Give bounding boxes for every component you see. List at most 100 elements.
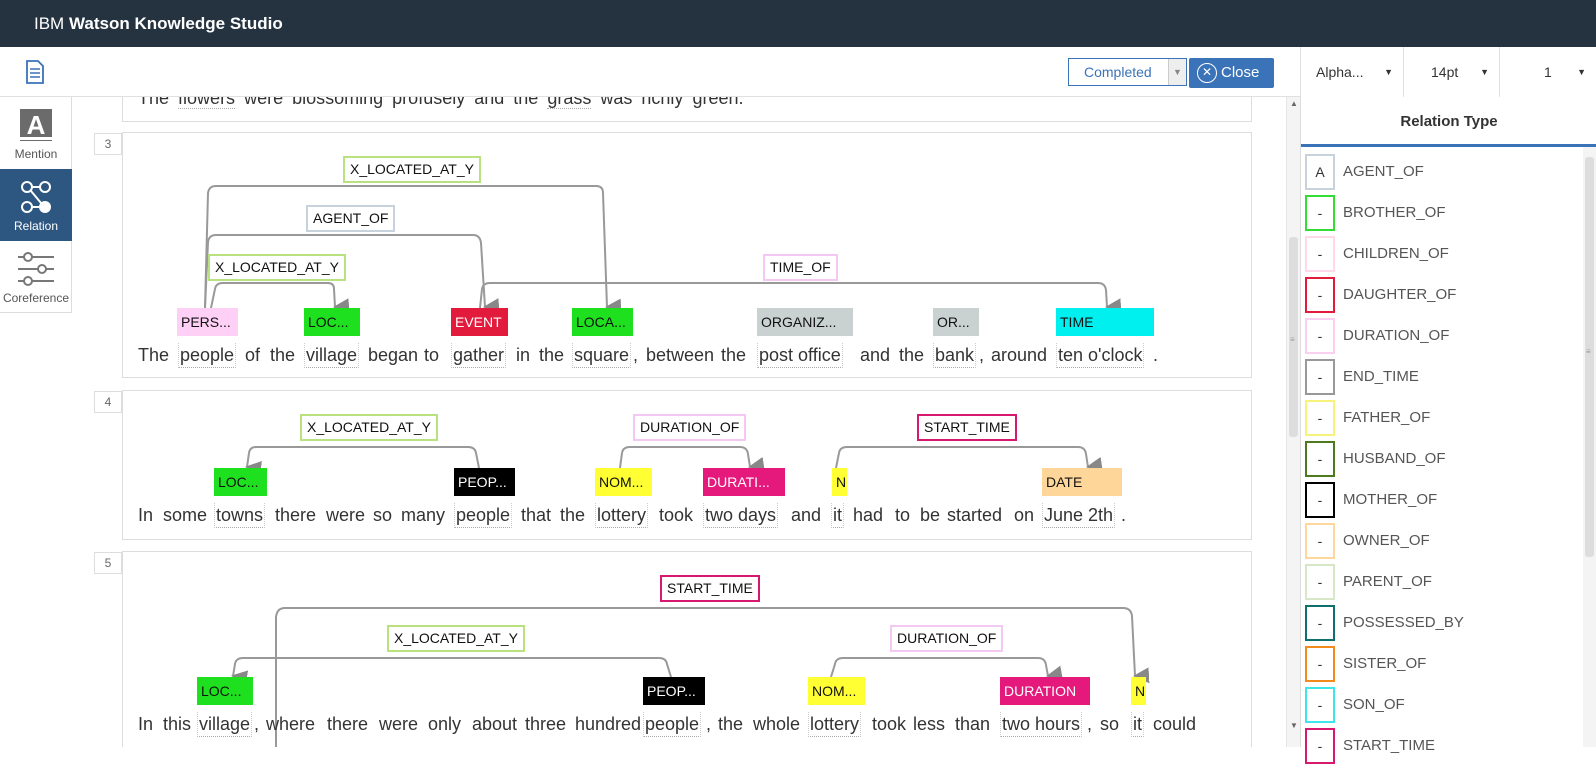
sliders-icon xyxy=(18,252,54,286)
relation-label[interactable]: X_LOCATED_AT_Y xyxy=(300,414,438,441)
mention-word[interactable]: village xyxy=(304,343,360,368)
entity-label[interactable]: LOC... xyxy=(214,468,267,496)
scrollbar-thumb[interactable] xyxy=(1585,157,1594,557)
entity-label[interactable]: PEOP... xyxy=(643,677,705,705)
entity-label[interactable]: N xyxy=(832,468,847,496)
relation-label[interactable]: X_LOCATED_AT_Y xyxy=(208,254,346,281)
entity-label[interactable]: TIME xyxy=(1056,308,1154,336)
entity-label[interactable]: DURATION xyxy=(1000,677,1090,705)
page-select[interactable]: 1 ▼ xyxy=(1499,47,1596,97)
mention-word[interactable]: two hours xyxy=(1000,712,1083,737)
entity-label[interactable]: LOCA... xyxy=(572,308,633,336)
sentence-2-text: The flowers were blossoming profusely an… xyxy=(138,97,743,109)
chevron-down-icon: ▼ xyxy=(1480,67,1489,77)
relation-type-item[interactable]: - CHILDREN_OF xyxy=(1305,234,1575,274)
entity-label[interactable]: N xyxy=(1131,677,1146,705)
relation-label[interactable]: TIME_OF xyxy=(763,254,838,281)
entity-label[interactable]: DURATI... xyxy=(703,468,785,496)
panel-scrollbar[interactable]: ≡ xyxy=(1583,147,1596,747)
entity-label[interactable]: LOC... xyxy=(304,308,360,336)
entity-label[interactable]: ORGANIZ... xyxy=(757,308,853,336)
relation-type-item[interactable]: - HUSBAND_OF xyxy=(1305,439,1575,479)
relation-type-item[interactable]: - DURATION_OF xyxy=(1305,316,1575,356)
relation-type-item[interactable]: - OWNER_OF xyxy=(1305,521,1575,561)
mention-word[interactable]: it xyxy=(831,503,844,528)
nav-relation[interactable]: Relation xyxy=(0,169,72,241)
relation-type-item[interactable]: - POSSESSED_BY xyxy=(1305,603,1575,643)
sort-select[interactable]: Alpha... ▼ xyxy=(1300,47,1403,97)
mention-word[interactable]: lottery xyxy=(595,503,649,528)
mention-word[interactable]: grass xyxy=(547,97,592,109)
relation-type-key: - xyxy=(1305,359,1335,395)
word: around xyxy=(991,345,1048,365)
chevron-down-icon[interactable]: ▼ xyxy=(1168,59,1186,85)
mention-word[interactable]: flowers xyxy=(178,97,236,109)
mention-word[interactable]: bank xyxy=(933,343,977,368)
word: green. xyxy=(692,97,744,108)
relation-label[interactable]: DURATION_OF xyxy=(890,625,1004,652)
mention-word[interactable]: it xyxy=(1131,712,1144,737)
document-toolbar: Completed ▼ ✕ Close xyxy=(0,47,1300,97)
entity-label[interactable]: NOM... xyxy=(808,677,865,705)
relation-label[interactable]: X_LOCATED_AT_Y xyxy=(387,625,525,652)
relation-type-item[interactable]: - PARENT_OF xyxy=(1305,562,1575,602)
word: had xyxy=(853,505,884,525)
relation-type-item[interactable]: - SON_OF xyxy=(1305,685,1575,725)
entity-label[interactable]: OR... xyxy=(933,308,979,336)
word: The xyxy=(138,345,170,365)
relation-label[interactable]: AGENT_OF xyxy=(306,205,396,232)
word: started xyxy=(947,505,1003,525)
content-scrollbar[interactable]: ▲ ≡ ▼ xyxy=(1286,97,1300,747)
relation-type-item[interactable]: - MOTHER_OF xyxy=(1305,480,1575,520)
word: blossoming xyxy=(292,97,384,108)
entity-label[interactable]: PEOP... xyxy=(454,468,515,496)
sentence-number: 4 xyxy=(94,391,122,413)
relation-type-item[interactable]: - DAUGHTER_OF xyxy=(1305,275,1575,315)
mention-word[interactable]: people xyxy=(178,343,237,368)
entity-label[interactable]: DATE xyxy=(1042,468,1122,496)
mention-word[interactable]: village xyxy=(197,712,253,737)
relation-type-item[interactable]: - FATHER_OF xyxy=(1305,398,1575,438)
word: only xyxy=(428,714,462,734)
relation-label[interactable]: START_TIME xyxy=(660,575,760,602)
relation-type-item[interactable]: - END_TIME xyxy=(1305,357,1575,397)
mention-word[interactable]: people xyxy=(454,503,513,528)
chevron-down-icon: ▼ xyxy=(1577,67,1586,77)
relation-label[interactable]: X_LOCATED_AT_Y xyxy=(343,156,481,183)
relation-type-item[interactable]: - SISTER_OF xyxy=(1305,644,1575,684)
status-select[interactable]: Completed ▼ xyxy=(1068,58,1187,86)
mention-word[interactable]: June 2th xyxy=(1042,503,1116,528)
entity-label[interactable]: EVENT xyxy=(451,308,508,336)
relation-label[interactable]: DURATION_OF xyxy=(633,414,747,441)
mention-word[interactable]: gather xyxy=(451,343,507,368)
relation-type-item[interactable]: - START_TIME xyxy=(1305,726,1575,766)
mention-word[interactable]: post office xyxy=(757,343,843,368)
mention-word[interactable]: lottery xyxy=(808,712,862,737)
mention-word[interactable]: square xyxy=(572,343,632,368)
word: took xyxy=(872,714,907,734)
sort-value: Alpha... xyxy=(1316,64,1364,80)
relation-type-key: - xyxy=(1305,687,1335,723)
relation-type-name: OWNER_OF xyxy=(1343,532,1430,549)
font-size-select[interactable]: 14pt ▼ xyxy=(1403,47,1499,97)
product-name: Watson Knowledge Studio xyxy=(68,14,283,33)
document-icon[interactable] xyxy=(25,59,45,85)
letter-a-icon: A xyxy=(20,109,52,141)
entity-label[interactable]: LOC... xyxy=(197,677,253,705)
scroll-down-icon[interactable]: ▼ xyxy=(1290,721,1298,730)
entity-label[interactable]: NOM... xyxy=(595,468,652,496)
relation-label[interactable]: START_TIME xyxy=(917,414,1017,441)
relation-type-item[interactable]: - BROTHER_OF xyxy=(1305,193,1575,233)
mention-word[interactable]: people xyxy=(643,712,702,737)
close-button[interactable]: ✕ Close xyxy=(1189,58,1274,88)
mention-word[interactable]: towns xyxy=(214,503,266,528)
nav-coreference[interactable]: Coreference xyxy=(0,241,72,313)
entity-label[interactable]: PERS... xyxy=(177,308,238,336)
nav-mention[interactable]: A Mention xyxy=(0,97,72,169)
relation-type-item[interactable]: A AGENT_OF xyxy=(1305,152,1575,192)
app-header: IBM Watson Knowledge Studio xyxy=(0,0,1596,47)
mention-word[interactable]: ten o'clock xyxy=(1056,343,1145,368)
word: of xyxy=(245,345,261,365)
mention-word[interactable]: two days xyxy=(703,503,779,528)
scroll-up-icon[interactable]: ▲ xyxy=(1290,99,1298,108)
